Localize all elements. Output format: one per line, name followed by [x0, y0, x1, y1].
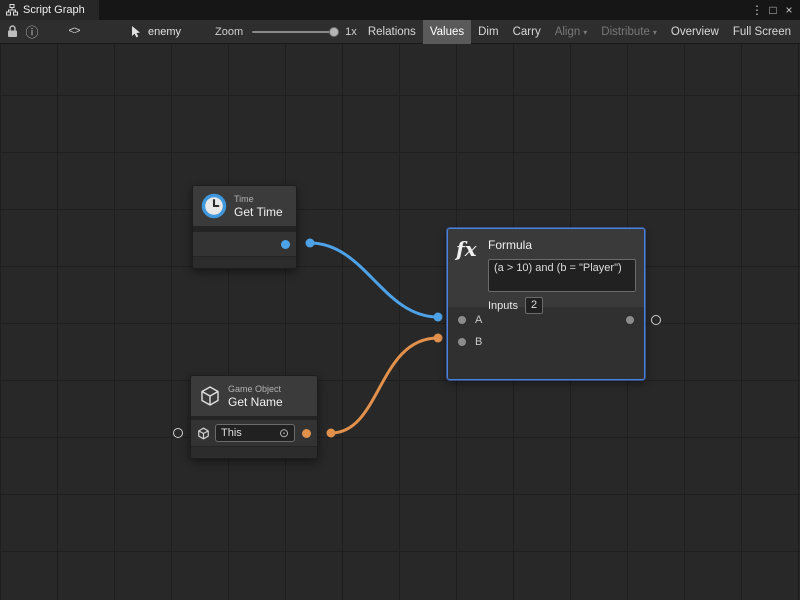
node-formula[interactable]: fx Formula (a > 10) and (b = "Player") I…: [447, 228, 645, 380]
zoom-label: Zoom: [215, 26, 243, 38]
graph-name: enemy: [148, 26, 181, 38]
port-row-b: B: [448, 331, 644, 353]
graph-canvas[interactable]: Time Get Time fx Formula (a > 10) and (b…: [0, 44, 800, 600]
port-label: B: [475, 336, 482, 348]
node-ports-section: A B: [448, 307, 644, 379]
cube-icon-small: [197, 427, 210, 440]
node-header[interactable]: Time Get Time: [193, 186, 296, 226]
connection-knob[interactable]: [434, 334, 443, 343]
fullscreen-button[interactable]: Full Screen: [726, 20, 798, 44]
formula-fx-icon: fx: [454, 236, 488, 307]
script-graph-icon: [6, 4, 18, 16]
output-port-result[interactable]: [626, 316, 634, 324]
port-label: A: [475, 314, 482, 326]
object-picker-icon[interactable]: ⊙: [279, 427, 289, 439]
dropdown-arrow-icon: ▾: [583, 28, 587, 37]
graph-breadcrumb[interactable]: enemy: [130, 25, 181, 38]
code-preview-icon[interactable]: <>: [64, 21, 84, 43]
node-category: Game Object: [228, 384, 283, 395]
node-header[interactable]: Game Object Get Name: [191, 376, 317, 416]
node-get-name[interactable]: Game Object Get Name This ⊙: [190, 375, 318, 459]
close-icon[interactable]: ×: [781, 0, 797, 20]
target-object-field[interactable]: This ⊙: [215, 424, 295, 442]
relations-button[interactable]: Relations: [361, 20, 423, 44]
node-title: Get Name: [228, 395, 283, 409]
output-port-time[interactable]: [281, 240, 290, 249]
cursor-icon: [130, 25, 142, 38]
zoom-slider-handle[interactable]: [329, 27, 339, 37]
info-icon[interactable]: ⓘ: [22, 21, 42, 43]
menu-icon[interactable]: ⋮: [749, 0, 765, 20]
connection-knob[interactable]: [306, 239, 315, 248]
port-row-a: A: [448, 309, 644, 331]
lock-icon[interactable]: [2, 21, 22, 43]
connection-knob[interactable]: [434, 313, 443, 322]
zoom-control: Zoom 1x: [215, 26, 357, 38]
cube-icon: [199, 385, 221, 407]
node-title: Formula: [488, 238, 636, 252]
node-header[interactable]: fx Formula (a > 10) and (b = "Player") I…: [448, 229, 644, 307]
output-port-connector[interactable]: [651, 315, 661, 325]
graph-toolbar: ⓘ <> enemy Zoom 1x Relations Values Dim …: [0, 20, 800, 44]
node-port-row: [193, 232, 296, 256]
dropdown-arrow-icon: ▾: [653, 28, 657, 37]
distribute-button[interactable]: Distribute ▾: [594, 20, 664, 44]
window-controls: ⋮ □ ×: [749, 0, 800, 20]
input-port-b[interactable]: [458, 338, 466, 346]
node-footer: [193, 256, 296, 268]
output-port-name[interactable]: [302, 429, 311, 438]
connection-getname-to-formula-b[interactable]: [331, 338, 438, 433]
overview-button[interactable]: Overview: [664, 20, 726, 44]
connection-gettime-to-formula-a[interactable]: [310, 243, 438, 317]
align-button[interactable]: Align ▾: [548, 20, 595, 44]
connection-knob[interactable]: [327, 429, 336, 438]
node-get-time[interactable]: Time Get Time: [192, 185, 297, 269]
formula-expression-input[interactable]: (a > 10) and (b = "Player"): [488, 259, 636, 292]
toolbar-buttons: Relations Values Dim Carry Align ▾ Distr…: [361, 20, 798, 44]
wires-layer: [0, 44, 800, 600]
input-port-a[interactable]: [458, 316, 466, 324]
titlebar: Script Graph ⋮ □ ×: [0, 0, 800, 20]
script-graph-window: Script Graph ⋮ □ × ⓘ <> enemy Zoom: [0, 0, 800, 600]
dim-button[interactable]: Dim: [471, 20, 505, 44]
zoom-slider[interactable]: [252, 31, 336, 33]
node-title: Get Time: [234, 205, 283, 219]
node-port-row: This ⊙: [191, 420, 317, 446]
carry-button[interactable]: Carry: [506, 20, 548, 44]
zoom-value: 1x: [345, 26, 357, 38]
node-category: Time: [234, 194, 283, 205]
node-footer: [191, 446, 317, 458]
maximize-icon[interactable]: □: [765, 0, 781, 20]
clock-icon: [201, 193, 227, 219]
values-button[interactable]: Values: [423, 20, 471, 44]
tab-script-graph[interactable]: Script Graph: [0, 0, 99, 20]
input-port-connector[interactable]: [173, 428, 183, 438]
target-value: This: [221, 427, 242, 439]
tab-title: Script Graph: [23, 4, 85, 16]
